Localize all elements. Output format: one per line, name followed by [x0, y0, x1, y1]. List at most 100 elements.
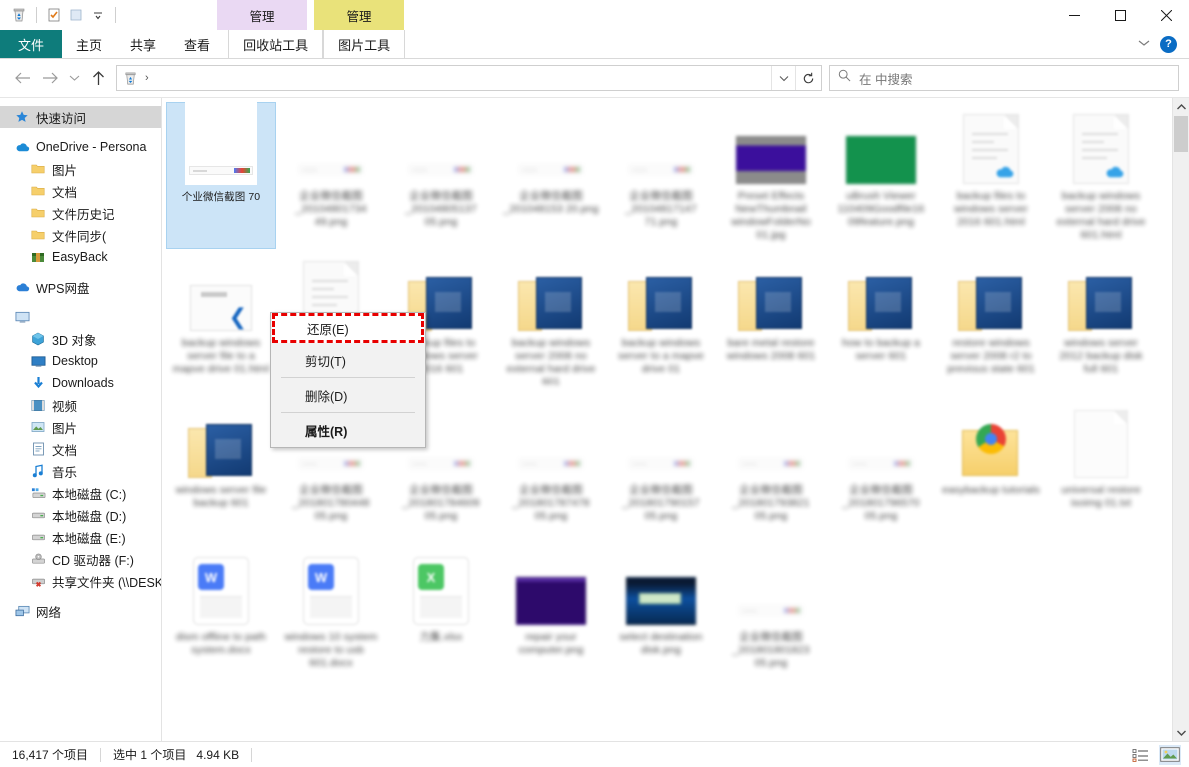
sidebar-item-easybackup[interactable]: EasyBack: [0, 246, 161, 268]
file-name: windows 10 system restore to usb 601.doc…: [281, 631, 381, 670]
sidebar-item-network[interactable]: 网络: [0, 600, 161, 622]
sidebar-item-onedrive[interactable]: OneDrive - Persona: [0, 136, 161, 158]
file-name: bare metal restore windows 2008 601: [721, 337, 821, 363]
sidebar-item-desktop[interactable]: Desktop: [0, 350, 161, 372]
scroll-down-icon[interactable]: [1173, 724, 1189, 741]
sidebar-item-file-sync[interactable]: 文件同步(: [0, 224, 161, 246]
file-item[interactable]: Preset Effects NewThumbnail windowFolder…: [716, 102, 826, 249]
file-item[interactable]: restore windows server 2008 r2 to previo…: [936, 249, 1046, 396]
file-item[interactable]: uBrush Viewer 110409Goodfile16 09feature…: [826, 102, 936, 249]
back-button[interactable]: [8, 64, 36, 92]
context-menu-item-properties[interactable]: 属性(R): [271, 415, 425, 445]
chevron-down-icon[interactable]: [1138, 38, 1150, 50]
file-item[interactable]: 个业微信截图 70: [166, 102, 276, 249]
sidebar-item-downloads[interactable]: Downloads: [0, 372, 161, 394]
file-item[interactable]: X 力集.xlsx: [386, 543, 496, 690]
file-item[interactable]: backup windows server to a mapve drive 0…: [606, 249, 716, 396]
thumbnail: [733, 549, 809, 625]
sidebar-item-drive-d[interactable]: 本地磁盘 (D:): [0, 504, 161, 526]
maximize-button[interactable]: [1097, 0, 1143, 30]
sidebar-item-this-pc[interactable]: [0, 306, 161, 328]
file-item[interactable]: backup files to windows server 2016 601.…: [936, 102, 1046, 249]
sidebar-item-quick-access[interactable]: 快速访问: [0, 106, 161, 128]
file-item[interactable]: windows server 2012 backup disk full 601: [1046, 249, 1156, 396]
file-item[interactable]: how to backup a server 601: [826, 249, 936, 396]
help-icon[interactable]: ?: [1160, 36, 1177, 53]
tab-picture-tools[interactable]: 图片工具: [323, 30, 405, 58]
file-item[interactable]: 企业微信截图_201801793821 05.png: [716, 396, 826, 543]
tab-home[interactable]: 主页: [62, 30, 116, 58]
file-item[interactable]: windows server file backup 601: [166, 396, 276, 543]
file-item[interactable]: W dism offline to path system.docx: [166, 543, 276, 690]
file-item[interactable]: 企业微信截图_20104801734 49.png: [276, 102, 386, 249]
scroll-up-icon[interactable]: [1173, 98, 1189, 115]
sidebar-item-drive-c[interactable]: 本地磁盘 (C:): [0, 482, 161, 504]
sidebar-item-shared-folder[interactable]: 共享文件夹 (\\DESK: [0, 570, 161, 592]
file-item[interactable]: ❮ backup windows server file to a mapve …: [166, 249, 276, 396]
contextual-tab-headers: 管理 管理: [217, 0, 404, 30]
sidebar-item-documents[interactable]: 文档: [0, 438, 161, 460]
sidebar-item-onedrive-pictures[interactable]: 图片: [0, 158, 161, 180]
recent-locations-button[interactable]: [64, 64, 84, 92]
file-item[interactable]: backup windows server 2008 no external h…: [496, 249, 606, 396]
sidebar-item-file-history[interactable]: 文件历史记: [0, 202, 161, 224]
file-item[interactable]: 企业微信截图_20104817147 71.png: [606, 102, 716, 249]
file-item[interactable]: repair your computer.png: [496, 543, 606, 690]
properties-icon[interactable]: [43, 4, 65, 26]
search-box[interactable]: 在 中搜索: [829, 65, 1179, 91]
file-name: backup windows server 2008 no external h…: [1051, 190, 1151, 243]
context-menu-item-cut[interactable]: 剪切(T): [271, 345, 425, 375]
file-item[interactable]: universal restore isoimg 01.txt: [1046, 396, 1156, 543]
highlight-annotation-restore[interactable]: 还原(E): [272, 313, 424, 343]
tab-file[interactable]: 文件: [0, 30, 62, 58]
minimize-button[interactable]: [1051, 0, 1097, 30]
file-list-pane[interactable]: 个业微信截图 70 企业微信截图_20104801734 49.png 企业微信…: [162, 98, 1189, 741]
file-item[interactable]: bare metal restore windows 2008 601: [716, 249, 826, 396]
sidebar-item-drive-e[interactable]: 本地磁盘 (E:): [0, 526, 161, 548]
file-item[interactable]: 企业微信截图_201048153 20.png: [496, 102, 606, 249]
thumbnail: [953, 402, 1029, 478]
file-item[interactable]: 企业微信截图_201801801823 05.png: [716, 543, 826, 690]
address-bar[interactable]: ›: [116, 65, 822, 91]
file-item[interactable]: easybackup tutorials: [936, 396, 1046, 543]
customize-dropdown-icon[interactable]: [87, 4, 109, 26]
file-name: 企业微信截图_201801780448 05.png: [281, 484, 381, 523]
large-icons-view-icon[interactable]: [1159, 745, 1181, 765]
sidebar-item-videos[interactable]: 视频: [0, 394, 161, 416]
file-name: repair your computer.png: [501, 631, 601, 657]
forward-button[interactable]: [36, 64, 64, 92]
tab-share[interactable]: 共享: [116, 30, 170, 58]
sidebar-item-onedrive-documents[interactable]: 文档: [0, 180, 161, 202]
sidebar-item-3d-objects[interactable]: 3D 对象: [0, 328, 161, 350]
breadcrumb-separator[interactable]: ›: [145, 72, 149, 84]
tab-recycle-bin-tools[interactable]: 回收站工具: [228, 30, 323, 58]
file-item[interactable]: W windows 10 system restore to usb 601.d…: [276, 543, 386, 690]
file-item[interactable]: 企业微信截图_201801790157 05.png: [606, 396, 716, 543]
file-item[interactable]: backup windows server 2008 no external h…: [1046, 102, 1156, 249]
address-dropdown-icon[interactable]: [771, 66, 795, 90]
refresh-icon[interactable]: [795, 66, 821, 90]
scrollbar-thumb[interactable]: [1174, 116, 1188, 152]
recycle-bin-icon[interactable]: [8, 4, 30, 26]
new-folder-icon[interactable]: [65, 4, 87, 26]
sidebar-item-music[interactable]: 音乐: [0, 460, 161, 482]
file-name: 企业微信截图_20104817147 71.png: [611, 190, 711, 229]
context-menu-item-delete[interactable]: 删除(D): [271, 380, 425, 410]
thumbnail: [183, 109, 259, 185]
details-view-icon[interactable]: [1129, 745, 1151, 765]
sidebar-item-pictures[interactable]: 图片: [0, 416, 161, 438]
tab-view[interactable]: 查看: [170, 30, 224, 58]
close-button[interactable]: [1143, 0, 1189, 30]
sidebar-item-wps-cloud[interactable]: WPS网盘: [0, 276, 161, 298]
file-item[interactable]: 企业微信截图_201801796570 05.png: [826, 396, 936, 543]
navigation-pane[interactable]: 快速访问 OneDrive - Persona 图片 文档: [0, 98, 162, 741]
file-item[interactable]: 企业微信截图_20104805137 05.png: [386, 102, 496, 249]
sidebar-spacer: [0, 128, 161, 136]
downloads-icon: [30, 375, 46, 391]
sidebar-item-cd-drive-f[interactable]: CD 驱动器 (F:): [0, 548, 161, 570]
vertical-scrollbar[interactable]: [1172, 98, 1189, 741]
file-item[interactable]: 企业微信截图_201801787478 05.png: [496, 396, 606, 543]
status-selection: 选中 1 个项目: [113, 746, 186, 763]
up-button[interactable]: [84, 64, 112, 92]
file-item[interactable]: select destination disk.png: [606, 543, 716, 690]
